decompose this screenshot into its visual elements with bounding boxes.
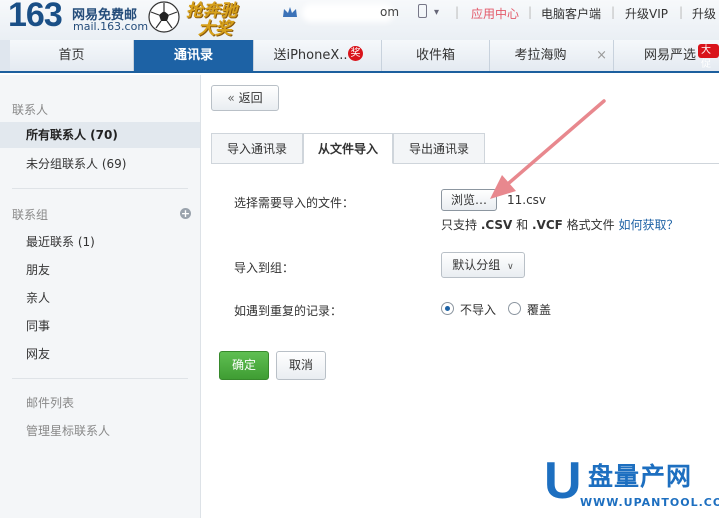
hint-and: 和 [512,218,532,232]
duplicate-label: 如遇到重复的记录： [234,304,343,318]
browse-button[interactable]: 浏览… [441,189,497,211]
format-hint: 只支持 .CSV 和 .VCF 格式文件 如何获取？ [441,216,679,233]
group-select-value: 默认分组 [452,258,501,272]
promo-banner[interactable]: 抢奔驰 大奖 [186,2,237,38]
annotation-arrow [490,99,606,199]
chevron-down-icon[interactable]: ▾ [434,7,439,18]
tab-label: 网易严选 [644,48,697,63]
divider [12,188,188,189]
tab-label: 考拉海购 [514,48,567,63]
hint-prefix: 只支持 [441,218,481,232]
divider [12,378,188,379]
selected-file-name: 11.csv [507,193,547,207]
sidebar: 联系人 所有联系人 (70) 未分组联系人 (69) 联系组 + 最近联系 (1… [0,75,201,518]
sidebar-item-recent[interactable]: 最近联系 (1) [0,229,200,255]
sidebar-item-ungrouped[interactable]: 未分组联系人 (69) [0,151,200,177]
sidebar-item-starred-contacts[interactable]: 管理星标联系人 [0,418,200,444]
sidebar-item-friends[interactable]: 朋友 [0,257,200,283]
mobile-icon[interactable] [418,4,427,18]
upgrade-link[interactable]: 升级 [692,5,716,22]
confirm-button[interactable]: 确定 [219,351,269,380]
group-select[interactable]: 默认分组 ∨ [441,252,525,278]
top-bar: 163 网易免费邮 mail.163.com 抢奔驰 大奖 om ▾ | 应用中… [0,0,719,40]
divider: | [611,5,616,19]
close-icon[interactable]: × [596,40,607,71]
groups-heading: 联系组 [12,208,49,222]
tab-import-from-file[interactable]: 从文件导入 [303,133,393,164]
hint-vcf: .VCF [532,218,563,232]
tab-export-contacts[interactable]: 导出通讯录 [393,133,485,164]
sidebar-item-all-contacts[interactable]: 所有联系人 (70) [0,122,200,148]
radio-skip-label[interactable]: 不导入 [460,301,496,318]
tab-inbox[interactable]: 收件箱 [382,40,490,71]
radio-overwrite[interactable] [508,302,521,315]
tab-label: 收件箱 [415,48,455,63]
tab-label: 通讯录 [173,48,213,63]
divider: | [528,5,533,19]
app-center-link[interactable]: 应用中心 [471,5,519,22]
sale-badge: 大促 [698,44,719,70]
tab-kaola[interactable]: 考拉海购 × [490,40,614,71]
sidebar-item-colleagues[interactable]: 同事 [0,313,200,339]
how-to-get-link[interactable]: 如何获取？ [619,218,679,232]
tab-import-contacts[interactable]: 导入通讯录 [211,133,303,164]
contacts-heading: 联系人 [12,103,49,117]
watermark-en: WWW.UPANTOOL.COM [580,496,719,509]
watermark: U 盘量产网 WWW.UPANTOOL.COM [544,455,719,518]
chevron-down-icon: ∨ [507,262,514,272]
logo-domain: mail.163.com [73,20,149,33]
cancel-button[interactable]: 取消 [276,351,326,380]
double-chevron-left-icon: « [227,91,235,105]
promo-line2: 大奖 [198,19,232,39]
tab-home[interactable]: 首页 [10,40,134,71]
radio-skip[interactable] [441,302,454,315]
upgrade-vip-link[interactable]: 升级VIP [625,5,668,22]
import-group-label: 导入到组： [234,261,295,275]
sidebar-item-family[interactable]: 亲人 [0,285,200,311]
divider: | [455,5,460,19]
watermark-cn: 盘量产网 [588,462,693,491]
tab-bar: 首页 通讯录 送iPhoneX.. 奖 收件箱 考拉海购 × 网易严选 大促 [0,40,719,73]
football-icon [148,1,180,33]
tab-label: 首页 [58,48,85,63]
add-group-icon[interactable]: + [180,208,191,219]
divider: | [679,5,684,19]
sidebar-item-netfriends[interactable]: 网友 [0,341,200,367]
file-select-label: 选择需要导入的文件： [234,196,355,210]
back-label: 返回 [238,91,263,105]
hint-suffix: 格式文件 [562,218,619,232]
hint-csv: .CSV [480,218,513,232]
tab-contacts[interactable]: 通讯录 [134,40,254,71]
logo-number[interactable]: 163 [8,0,63,35]
promo-line1: 抢奔驰 [186,1,237,21]
divider [211,163,719,164]
desktop-client-link[interactable]: 电脑客户端 [541,5,601,22]
watermark-letter: U [544,452,582,510]
back-button[interactable]: « 返回 [211,85,279,111]
user-account-suffix: om [380,5,400,19]
tab-iphonex-promo[interactable]: 送iPhoneX.. 奖 [254,40,382,71]
crown-icon [283,7,297,17]
sidebar-item-mail-list[interactable]: 邮件列表 [0,390,200,416]
prize-badge: 奖 [348,46,363,61]
radio-overwrite-label[interactable]: 覆盖 [527,301,551,318]
tab-yanxuan[interactable]: 网易严选 大促 [614,40,719,71]
